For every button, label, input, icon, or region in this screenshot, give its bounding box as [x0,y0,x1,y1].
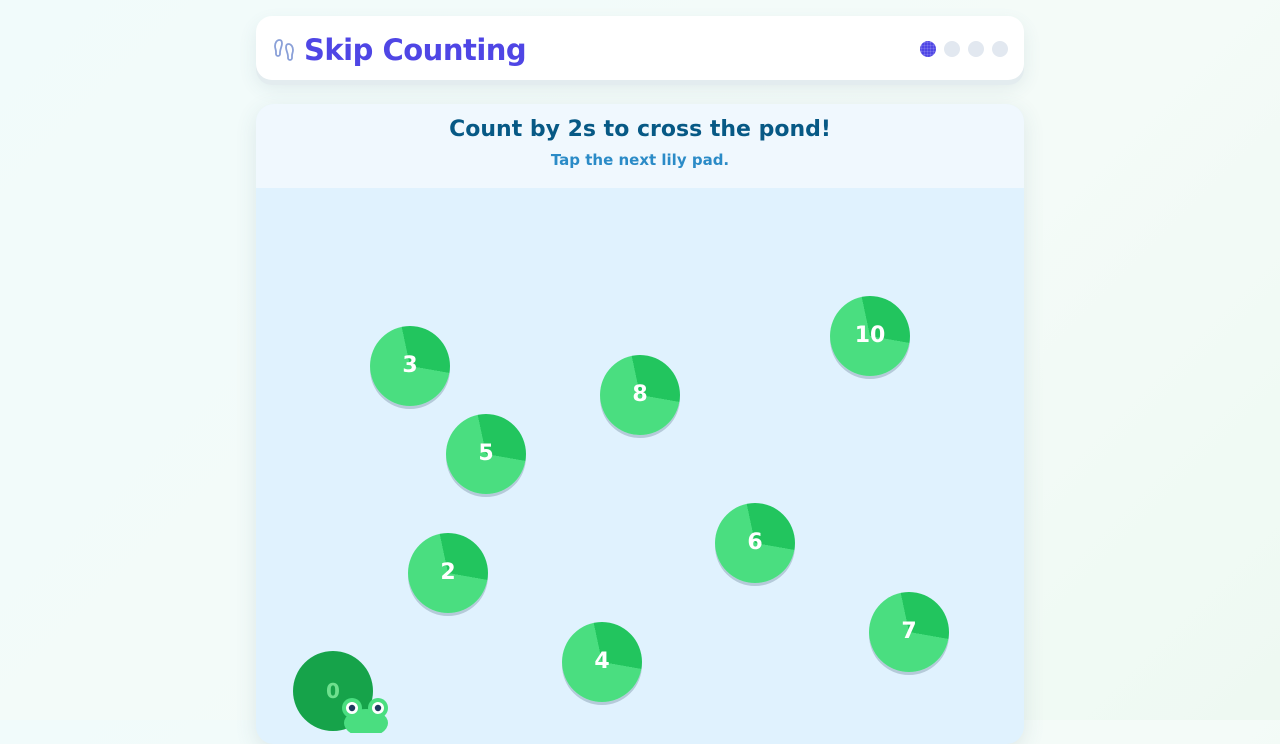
lily-pad-label: 4 [594,649,610,674]
footprints-icon [272,38,296,66]
hint-text: Tap the next lily pad. [550,151,730,169]
game-card: Count by 2s to cross the pond! Tap the n… [256,104,1024,744]
lily-pad[interactable]: 8 [600,355,680,435]
lily-pad[interactable]: 7 [869,592,949,672]
progress-dot [944,41,960,57]
frog-icon [340,693,392,737]
pond-area: 3 8 10 5 6 2 7 4 0 [256,188,1024,744]
lily-pad-label: 10 [854,323,886,348]
instruction-text: Count by 2s to cross the pond! [449,117,831,142]
lily-pad-label: 6 [747,530,763,555]
lily-pad-label: 8 [632,382,648,407]
lily-pad[interactable]: 10 [830,296,910,376]
progress-dot [992,41,1008,57]
lily-pad-label: 2 [440,560,456,585]
lily-pad-label: 3 [402,353,418,378]
lily-pad-label: 7 [901,619,917,644]
lily-pad-label: 5 [478,441,494,466]
lily-pad[interactable]: 2 [408,533,488,613]
instruction-panel: Count by 2s to cross the pond! Tap the n… [256,104,1024,188]
lily-pad[interactable]: 3 [370,326,450,406]
progress-dot-active [920,41,936,57]
progress-dot [968,41,984,57]
lily-pad[interactable]: 6 [715,503,795,583]
app-title: Skip Counting [304,33,527,67]
lily-pad[interactable]: 4 [562,622,642,702]
lily-pad[interactable]: 5 [446,414,526,494]
